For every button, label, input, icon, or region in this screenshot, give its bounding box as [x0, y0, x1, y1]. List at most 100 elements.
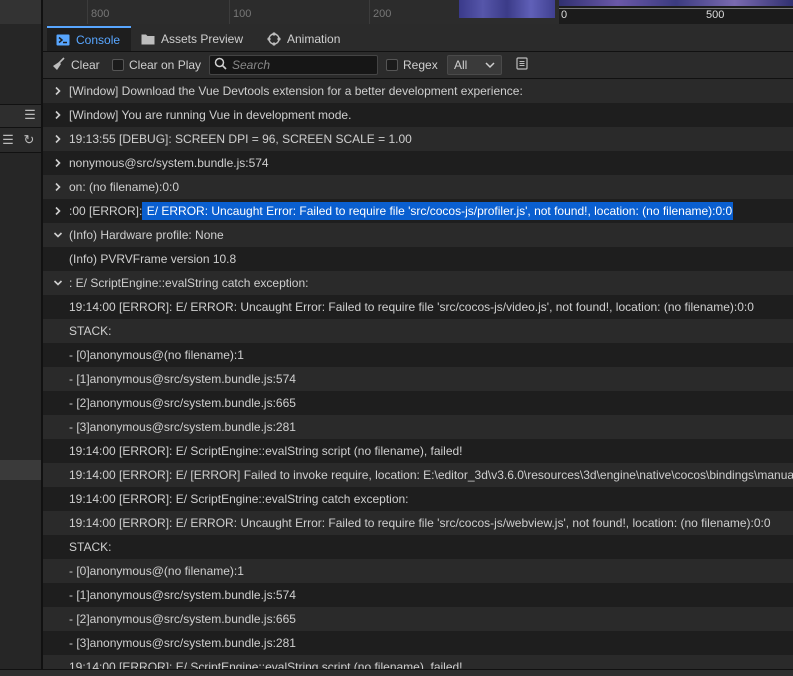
menu-icon[interactable]: ☰	[22, 108, 38, 122]
search-box[interactable]	[209, 55, 378, 75]
log-text: [Window] You are running Vue in developm…	[69, 103, 351, 127]
log-text: [Window] Download the Vue Devtools exten…	[69, 79, 523, 103]
log-text: 19:13:55 [DEBUG]: SCREEN DPI = 96, SCREE…	[69, 127, 412, 151]
log-text: on: (no filename):0:0	[69, 175, 179, 199]
chevron-down-icon	[485, 59, 495, 74]
log-message: on: (no filename):0:0	[69, 180, 180, 194]
chevron-right-icon[interactable]	[53, 199, 63, 223]
regex-checkbox[interactable]: Regex	[386, 52, 438, 78]
console-icon	[56, 34, 70, 46]
log-text: STACK:	[69, 319, 111, 343]
ruler-label: 800	[91, 8, 110, 20]
log-row[interactable]: [Window] You are running Vue in developm…	[43, 103, 793, 127]
log-text: 19:14:00 [ERROR]: E/ ERROR: Uncaught Err…	[69, 511, 771, 535]
log-row[interactable]: 19:13:55 [DEBUG]: SCREEN DPI = 96, SCREE…	[43, 127, 793, 151]
log-row[interactable]: 19:14:00 [ERROR]: E/ ScriptEngine::evalS…	[43, 487, 793, 511]
log-row[interactable]: 19:14:00 [ERROR]: E/ ScriptEngine::evalS…	[43, 439, 793, 463]
log-message: - [1]anonymous@src/system.bundle.js:574	[69, 372, 296, 386]
log-row[interactable]: on: (no filename):0:0	[43, 175, 793, 199]
log-row[interactable]: - [2]anonymous@src/system.bundle.js:665	[43, 391, 793, 415]
chevron-down-icon[interactable]	[53, 223, 63, 247]
log-row[interactable]: 19:14:00 [ERROR]: E/ [ERROR] Failed to i…	[43, 463, 793, 487]
log-message: 19:14:00 [ERROR]: E/ [ERROR] Failed to i…	[69, 468, 793, 482]
log-message: : E/ ScriptEngine::evalString catch exce…	[69, 276, 309, 290]
log-row[interactable]: - [0]anonymous@(no filename):1	[43, 559, 793, 583]
log-row[interactable]: - [0]anonymous@(no filename):1	[43, 343, 793, 367]
log-text: - [3]anonymous@src/system.bundle.js:281	[69, 415, 296, 439]
log-text: nonymous@src/system.bundle.js:574	[69, 151, 269, 175]
log-row[interactable]: :00 [ERROR]: E/ ERROR: Uncaught Error: F…	[43, 199, 793, 223]
animation-icon	[267, 31, 281, 46]
log-row[interactable]: STACK:	[43, 535, 793, 559]
left-dock-panel: ☰ ☰ ↻	[0, 0, 41, 675]
log-message: (Info) PVRVFrame version 10.8	[69, 252, 237, 266]
document-icon	[516, 57, 528, 73]
log-row[interactable]: - [1]anonymous@src/system.bundle.js:574	[43, 367, 793, 391]
ruler-label: 200	[373, 8, 392, 20]
log-row[interactable]: (Info) Hardware profile: None	[43, 223, 793, 247]
refresh-icon[interactable]: ↻	[21, 133, 37, 147]
log-message: STACK:	[69, 540, 112, 554]
log-text: 19:14:00 [ERROR]: E/ ERROR: Uncaught Err…	[69, 295, 754, 319]
tab-label: Animation	[287, 31, 341, 46]
ruler-line	[87, 0, 88, 24]
panel-tab-bar: Console Assets Preview Animation	[43, 24, 793, 52]
log-text: - [3]anonymous@src/system.bundle.js:281	[69, 631, 296, 655]
log-text: STACK:	[69, 535, 111, 559]
tab-animation[interactable]: Animation	[258, 26, 355, 51]
open-log-file-button[interactable]	[516, 52, 528, 78]
log-row[interactable]: - [3]anonymous@src/system.bundle.js:281	[43, 631, 793, 655]
tab-assets-preview[interactable]: Assets Preview	[132, 26, 257, 51]
log-row[interactable]: 19:14:00 [ERROR]: E/ ScriptEngine::evalS…	[43, 655, 793, 669]
chevron-right-icon[interactable]	[53, 103, 63, 127]
log-text: :00 [ERROR]: E/ ERROR: Uncaught Error: F…	[69, 199, 734, 223]
clear-on-play-checkbox[interactable]: Clear on Play	[112, 52, 201, 78]
tab-label: Assets Preview	[161, 31, 244, 46]
log-row[interactable]: 19:14:00 [ERROR]: E/ ERROR: Uncaught Err…	[43, 295, 793, 319]
log-message: 19:14:00 [ERROR]: E/ ERROR: Uncaught Err…	[69, 300, 754, 314]
selected-text: E/ ERROR: Uncaught Error: Failed to requ…	[142, 202, 734, 220]
chevron-right-icon[interactable]	[53, 79, 63, 103]
log-row[interactable]: STACK:	[43, 319, 793, 343]
log-row[interactable]: (Info) PVRVFrame version 10.8	[43, 247, 793, 271]
game-view-axis	[559, 8, 793, 9]
checkbox-box[interactable]	[386, 59, 398, 71]
axis-label: 0	[561, 9, 568, 21]
log-message: - [3]anonymous@src/system.bundle.js:281	[69, 420, 296, 434]
chevron-right-icon[interactable]	[53, 175, 63, 199]
log-text: - [1]anonymous@src/system.bundle.js:574	[69, 367, 296, 391]
log-row[interactable]: : E/ ScriptEngine::evalString catch exce…	[43, 271, 793, 295]
log-text: - [2]anonymous@src/system.bundle.js:665	[69, 607, 296, 631]
checkbox-box[interactable]	[112, 59, 124, 71]
clear-button[interactable]: Clear	[52, 52, 100, 78]
chevron-down-icon[interactable]	[53, 271, 63, 295]
log-level-select[interactable]: All	[447, 55, 502, 75]
folder-icon	[141, 33, 155, 45]
log-message: - [1]anonymous@src/system.bundle.js:574	[69, 588, 296, 602]
chevron-right-icon[interactable]	[53, 151, 63, 175]
log-row[interactable]: - [3]anonymous@src/system.bundle.js:281	[43, 415, 793, 439]
search-input[interactable]	[232, 58, 372, 72]
log-row[interactable]: [Window] Download the Vue Devtools exten…	[43, 79, 793, 103]
log-message: (Info) Hardware profile: None	[69, 228, 224, 242]
log-text: - [1]anonymous@src/system.bundle.js:574	[69, 583, 296, 607]
log-message: 19:14:00 [ERROR]: E/ ScriptEngine::evalS…	[69, 492, 409, 506]
log-text: 19:14:00 [ERROR]: E/ ScriptEngine::evalS…	[69, 655, 463, 669]
log-row[interactable]: nonymous@src/system.bundle.js:574	[43, 151, 793, 175]
log-text: - [2]anonymous@src/system.bundle.js:665	[69, 391, 296, 415]
log-message: - [0]anonymous@(no filename):1	[69, 348, 244, 362]
log-message: 19:14:00 [ERROR]: E/ ScriptEngine::evalS…	[69, 660, 463, 669]
ruler-line	[229, 0, 230, 24]
log-row[interactable]: - [2]anonymous@src/system.bundle.js:665	[43, 607, 793, 631]
console-log-list[interactable]: [Window] Download the Vue Devtools exten…	[43, 79, 793, 669]
log-row[interactable]: 19:14:00 [ERROR]: E/ ERROR: Uncaught Err…	[43, 511, 793, 535]
list-icon[interactable]: ☰	[0, 133, 16, 147]
log-row[interactable]: - [1]anonymous@src/system.bundle.js:574	[43, 583, 793, 607]
log-message: - [2]anonymous@src/system.bundle.js:665	[69, 396, 296, 410]
log-message: - [3]anonymous@src/system.bundle.js:281	[69, 636, 296, 650]
search-icon	[214, 57, 227, 73]
tab-console[interactable]: Console	[47, 26, 131, 51]
log-message: STACK:	[69, 324, 112, 338]
left-dock-selected-item[interactable]	[0, 460, 41, 480]
chevron-right-icon[interactable]	[53, 127, 63, 151]
